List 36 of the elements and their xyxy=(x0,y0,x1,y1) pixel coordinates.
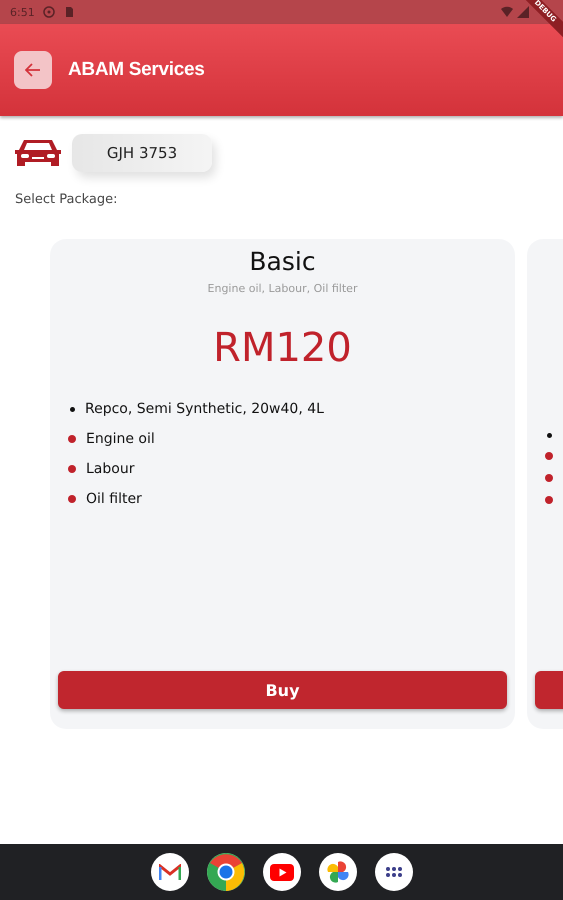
buy-button[interactable]: Buy xyxy=(58,671,507,709)
bullet-icon xyxy=(68,495,76,503)
back-button[interactable] xyxy=(14,51,52,89)
package-item: Oil filter xyxy=(86,491,142,507)
app-icon-button[interactable] xyxy=(150,853,188,891)
section-label: Select Package: xyxy=(14,191,119,207)
plate-chip[interactable]: GJH 3753 xyxy=(72,134,212,172)
package-name: Basic xyxy=(249,247,316,276)
app-title: ABAM Services xyxy=(68,59,205,81)
bullet-icon xyxy=(547,433,552,438)
car-icon xyxy=(14,138,62,168)
bullet-icon xyxy=(545,496,553,504)
bullet-icon xyxy=(545,474,553,482)
app-icon-button[interactable] xyxy=(206,853,244,891)
package-price: RM120 xyxy=(213,325,352,371)
wifi-icon xyxy=(501,6,513,18)
app-icon-button[interactable] xyxy=(262,853,300,891)
app-icon-button[interactable] xyxy=(374,853,412,891)
bullet-icon xyxy=(68,465,76,473)
app-icon-button[interactable] xyxy=(318,853,356,891)
pinwheel-icon xyxy=(326,860,350,884)
bullet-icon xyxy=(545,452,553,460)
settings-icon xyxy=(42,6,55,18)
status-time: 6:51 xyxy=(10,6,35,18)
bullet-icon xyxy=(70,406,75,412)
bullet-icon xyxy=(68,435,76,443)
package-summary: Engine oil, Labour, Oil filter xyxy=(208,282,358,295)
play-icon xyxy=(270,864,294,880)
mail-icon xyxy=(158,864,180,880)
back-icon xyxy=(25,63,41,77)
browser-icon xyxy=(206,853,244,891)
app-grid-icon xyxy=(384,866,402,878)
package-item: Labour xyxy=(86,461,134,477)
signal-icon xyxy=(517,6,529,18)
package-item: Engine oil xyxy=(86,431,155,447)
package-item: Repco, Semi Synthetic, 20w40, 4L xyxy=(85,401,324,417)
